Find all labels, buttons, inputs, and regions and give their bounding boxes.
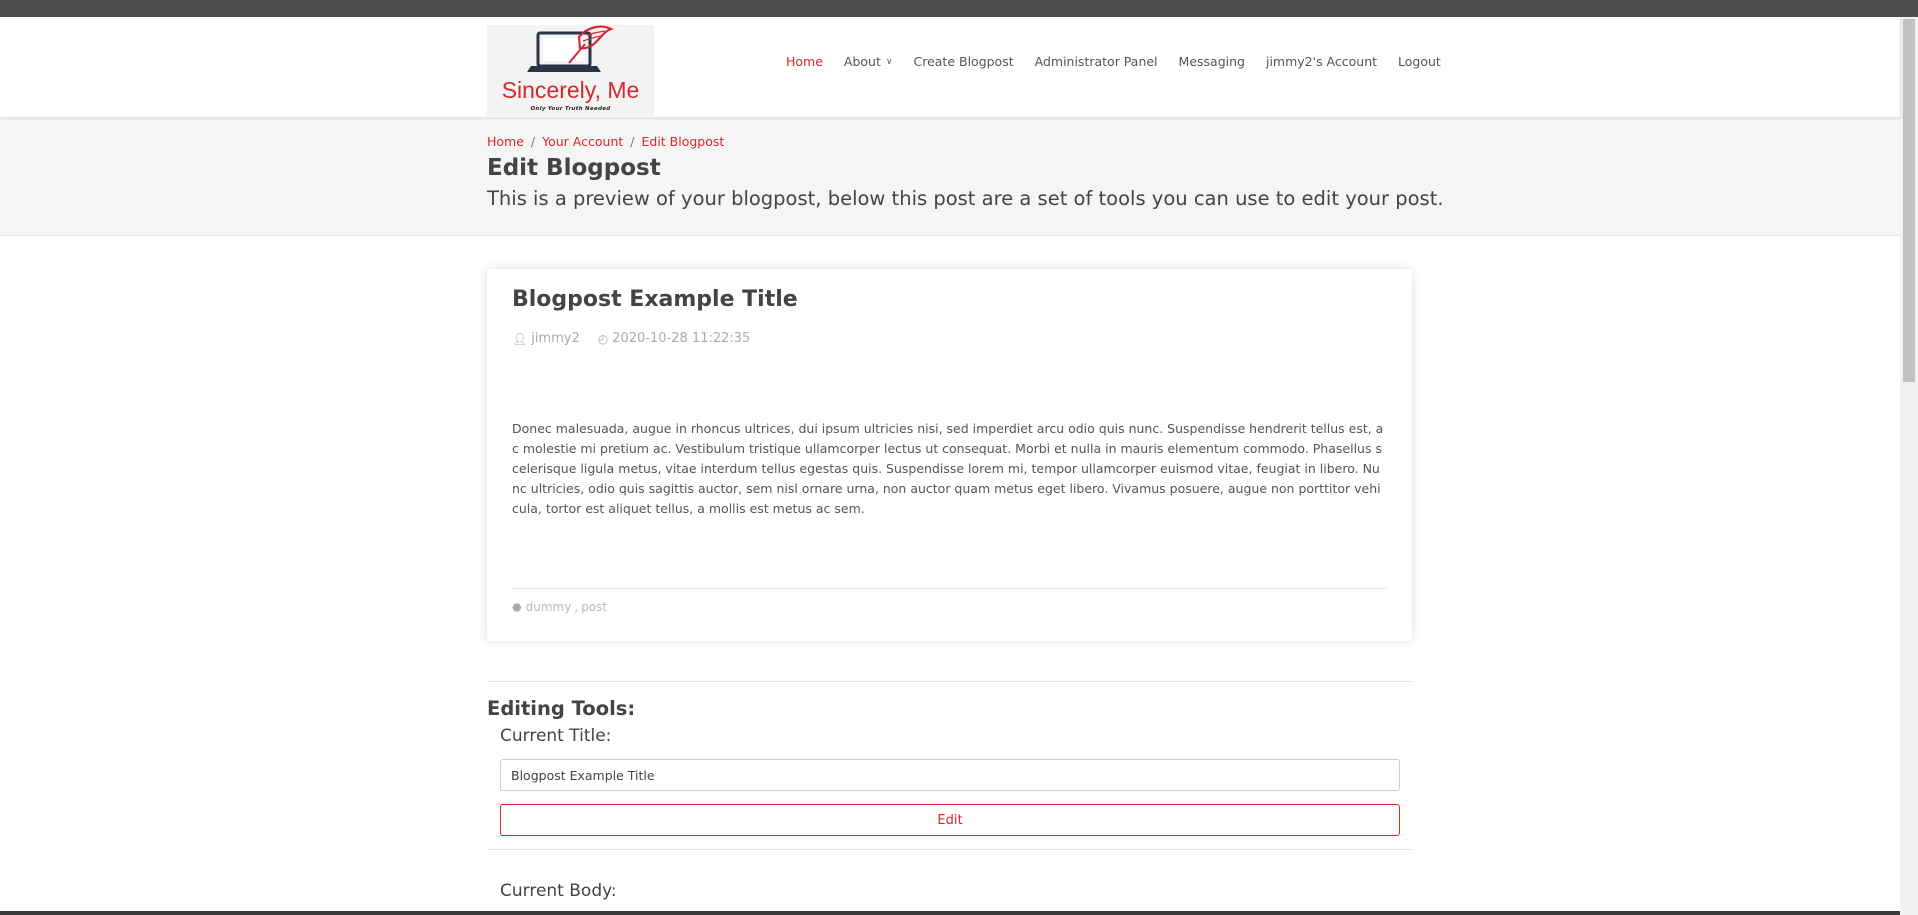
nav-account[interactable]: jimmy2's Account	[1266, 54, 1377, 69]
nav-account-label: jimmy2's Account	[1265, 54, 1378, 69]
window-bottom-edge	[0, 911, 1900, 915]
nav-about[interactable]: About ∨	[844, 54, 893, 69]
editing-tools-heading: Editing Tools:	[487, 697, 636, 720]
blogpost-meta: 👤︎ jimmy2 ◴ 2020-10-28 11:22:35	[512, 331, 750, 346]
page-scrollbar[interactable]	[1900, 17, 1918, 915]
tag-link[interactable]: dummy	[526, 600, 572, 614]
title-input[interactable]	[500, 759, 1400, 791]
tag-separator: ,	[574, 600, 579, 614]
tag-link[interactable]: post	[581, 600, 607, 614]
nav-messaging-label: Messaging	[1178, 54, 1245, 69]
nav-about-label: About	[843, 54, 881, 69]
blogpost-body: Donec malesuada, augue in rhoncus ultric…	[512, 421, 1384, 516]
chevron-down-icon: ∨	[885, 56, 893, 67]
main-nav: Home About ∨ Create Blogpost Administrato…	[786, 54, 1462, 69]
breadcrumb-separator: /	[630, 134, 635, 149]
divider	[487, 849, 1412, 850]
current-title-label: Current Title:	[500, 726, 612, 746]
nav-messaging[interactable]: Messaging	[1179, 54, 1245, 69]
nav-administrator-panel[interactable]: Administrator Panel	[1035, 54, 1158, 69]
nav-administrator-panel-label: Administrator Panel	[1034, 54, 1158, 69]
current-body-label: Current Body:	[500, 881, 617, 901]
tag-icon: ⬣	[512, 600, 522, 614]
breadcrumb-home[interactable]: Home	[487, 134, 524, 149]
brand-tagline: Only Your Truth Needed	[530, 106, 611, 112]
page-title: Edit Blogpost	[487, 155, 661, 181]
breadcrumb-current: Edit Blogpost	[641, 134, 725, 149]
blogpost-author: jimmy2	[531, 331, 580, 346]
breadcrumb-separator: /	[530, 134, 536, 149]
site-header: Sincerely, Me Only Your Truth Needed Hom…	[0, 17, 1900, 117]
breadcrumb: Home / Your Account / Edit Blogpost	[487, 134, 724, 149]
blogpost-tags: ⬣ dummy , post	[512, 600, 607, 614]
blogpost-date: 2020-10-28 11:22:35	[612, 331, 751, 346]
user-icon: 👤︎	[512, 331, 528, 346]
nav-home[interactable]: Home	[786, 54, 823, 69]
divider	[512, 588, 1387, 589]
site-logo[interactable]: Sincerely, Me Only Your Truth Needed	[487, 25, 654, 116]
brand-name: Sincerely, Me	[501, 77, 640, 103]
edit-title-button[interactable]: Edit	[500, 804, 1400, 836]
laptop-quill-icon	[527, 25, 614, 72]
nav-logout-label: Logout	[1398, 54, 1441, 69]
blogpost-title: Blogpost Example Title	[512, 287, 798, 312]
browser-top-bar	[0, 0, 1918, 17]
nav-home-label: Home	[786, 54, 823, 69]
scrollbar-thumb[interactable]	[1903, 19, 1915, 382]
nav-create-blogpost-label: Create Blogpost	[913, 54, 1014, 69]
nav-create-blogpost[interactable]: Create Blogpost	[913, 54, 1013, 69]
divider	[487, 681, 1412, 682]
blogpost-preview-card: Blogpost Example Title 👤︎ jimmy2 ◴ 2020-…	[487, 269, 1412, 641]
breadcrumb-your-account[interactable]: Your Account	[542, 134, 623, 149]
page-header: Home / Your Account / Edit Blogpost Edit Blo…	[0, 117, 1900, 236]
nav-logout[interactable]: Logout	[1398, 54, 1441, 69]
clock-icon: ◴	[597, 331, 609, 346]
page-subtitle: This is a preview of your blogpost, belo…	[487, 187, 1444, 210]
